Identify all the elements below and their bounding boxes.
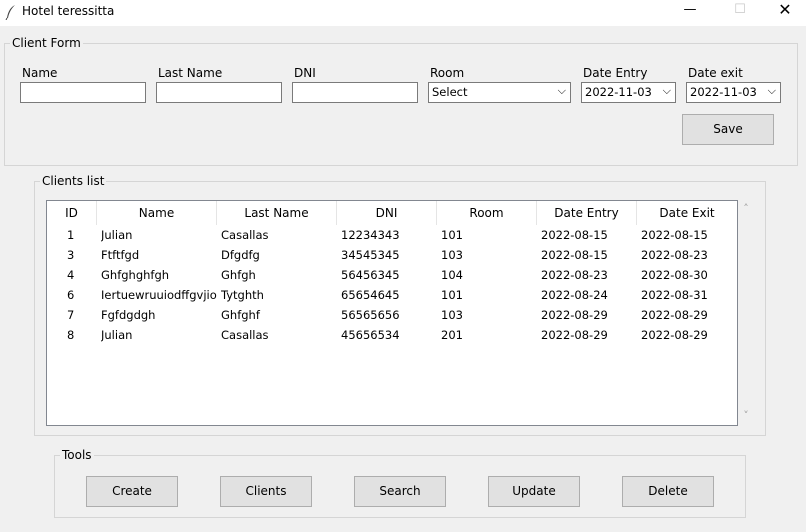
clients-table[interactable]: ID Name Last Name DNI Room Date Entry Da… xyxy=(46,200,738,426)
scroll-down-arrow-icon[interactable]: ˅ xyxy=(740,409,752,422)
title-bar: Hotel teressitta — ☐ ✕ xyxy=(0,0,806,26)
minimize-button[interactable]: — xyxy=(670,0,710,22)
search-button[interactable]: Search xyxy=(354,476,446,507)
scroll-up-arrow-icon[interactable]: ˄ xyxy=(740,202,752,215)
table-cell: Dfgdfg xyxy=(221,248,260,262)
close-button[interactable]: ✕ xyxy=(765,0,805,22)
table-cell: 2022-08-15 xyxy=(541,228,608,242)
date-exit-label: Date exit xyxy=(688,66,743,80)
table-cell: 56565656 xyxy=(341,308,400,322)
column-header-dni[interactable]: DNI xyxy=(337,201,437,225)
table-cell: Julian xyxy=(101,328,133,342)
dni-label: DNI xyxy=(294,66,316,80)
table-cell: 7 xyxy=(67,308,75,322)
date-entry-label: Date Entry xyxy=(583,66,648,80)
table-cell: 3 xyxy=(67,248,75,262)
table-cell: 2022-08-15 xyxy=(541,248,608,262)
table-row[interactable]: 6 Iertuewruuiodffgvjio Tytghth 65654645 101 2… xyxy=(47,285,737,305)
table-cell: 2022-08-29 xyxy=(641,328,708,342)
column-header-date-exit[interactable]: Date Exit xyxy=(637,201,737,225)
name-field[interactable] xyxy=(20,82,146,103)
table-cell: 103 xyxy=(441,248,463,262)
table-cell: 6 xyxy=(67,288,75,302)
table-cell: 4 xyxy=(67,268,75,282)
table-cell: Ghfghghfgh xyxy=(101,268,170,282)
table-cell: 45656534 xyxy=(341,328,400,342)
table-cell: Fgfdgdgh xyxy=(101,308,156,322)
column-header-name[interactable]: Name xyxy=(97,201,217,225)
table-cell: 2022-08-23 xyxy=(641,248,708,262)
delete-button[interactable]: Delete xyxy=(622,476,714,507)
chevron-down-icon: ⌵ xyxy=(662,84,671,97)
column-header-id[interactable]: ID xyxy=(47,201,97,225)
table-cell: Ftftfgd xyxy=(101,248,140,262)
table-row[interactable]: 3 Ftftfgd Dfgdfg 34545345 103 2022-08-15 2022-… xyxy=(47,245,737,265)
table-cell: Iertuewruuiodffgvjio xyxy=(101,288,217,302)
dni-field[interactable] xyxy=(292,82,418,103)
table-cell: 101 xyxy=(441,228,463,242)
table-cell: 2022-08-24 xyxy=(541,288,608,302)
table-row[interactable]: 1 Julian Casallas 12234343 101 2022-08-15 2022… xyxy=(47,225,737,245)
date-entry-picker[interactable]: 2022-11-03 ⌵ xyxy=(581,82,676,103)
table-header: ID Name Last Name DNI Room Date Entry Da… xyxy=(47,201,737,225)
tools-legend: Tools xyxy=(62,448,92,462)
table-cell: 65654645 xyxy=(341,288,400,302)
window-title: Hotel teressitta xyxy=(22,4,115,18)
clients-list-legend: Clients list xyxy=(42,174,105,188)
chevron-down-icon: ⌵ xyxy=(557,84,566,97)
maximize-button[interactable]: ☐ xyxy=(720,0,760,22)
column-header-date-entry[interactable]: Date Entry xyxy=(537,201,637,225)
room-label: Room xyxy=(430,66,465,80)
table-row[interactable]: 8 Julian Casallas 45656534 201 2022-08-29 2022… xyxy=(47,325,737,345)
table-cell: 2022-08-29 xyxy=(541,328,608,342)
date-entry-value: 2022-11-03 xyxy=(585,85,652,99)
table-cell: Casallas xyxy=(221,328,269,342)
table-cell: 56456345 xyxy=(341,268,400,282)
table-cell: 8 xyxy=(67,328,75,342)
last-name-field[interactable] xyxy=(156,82,282,103)
chevron-down-icon: ⌵ xyxy=(767,84,776,97)
client-form-legend: Client Form xyxy=(12,36,81,50)
table-row[interactable]: 4 Ghfghghfgh Ghfgh 56456345 104 2022-08-23 202… xyxy=(47,265,737,285)
last-name-label: Last Name xyxy=(158,66,223,80)
room-select-value: Select xyxy=(432,85,468,99)
table-cell: 1 xyxy=(67,228,75,242)
date-exit-picker[interactable]: 2022-11-03 ⌵ xyxy=(686,82,781,103)
room-select[interactable]: Select ⌵ xyxy=(428,82,571,103)
table-cell: Tytghth xyxy=(221,288,264,302)
feather-icon xyxy=(5,5,15,20)
table-cell: 12234343 xyxy=(341,228,400,242)
table-cell: 2022-08-29 xyxy=(541,308,608,322)
table-cell: 104 xyxy=(441,268,463,282)
table-cell: Ghfgh xyxy=(221,268,256,282)
table-cell: 2022-08-31 xyxy=(641,288,708,302)
name-label: Name xyxy=(22,66,58,80)
table-cell: 2022-08-30 xyxy=(641,268,708,282)
table-cell: 2022-08-15 xyxy=(641,228,708,242)
table-cell: Julian xyxy=(101,228,133,242)
column-header-room[interactable]: Room xyxy=(437,201,537,225)
table-cell: 2022-08-29 xyxy=(641,308,708,322)
update-button[interactable]: Update xyxy=(488,476,580,507)
create-button[interactable]: Create xyxy=(86,476,178,507)
table-row[interactable]: 7 Fgfdgdgh Ghfghf 56565656 103 2022-08-29 2022… xyxy=(47,305,737,325)
column-header-last-name[interactable]: Last Name xyxy=(217,201,337,225)
table-cell: 201 xyxy=(441,328,463,342)
table-cell: Casallas xyxy=(221,228,269,242)
table-cell: 2022-08-23 xyxy=(541,268,608,282)
table-cell: 101 xyxy=(441,288,463,302)
date-exit-value: 2022-11-03 xyxy=(690,85,757,99)
clients-button[interactable]: Clients xyxy=(220,476,312,507)
table-cell: 34545345 xyxy=(341,248,400,262)
table-cell: 103 xyxy=(441,308,463,322)
table-cell: Ghfghf xyxy=(221,308,260,322)
save-button[interactable]: Save xyxy=(682,114,774,145)
